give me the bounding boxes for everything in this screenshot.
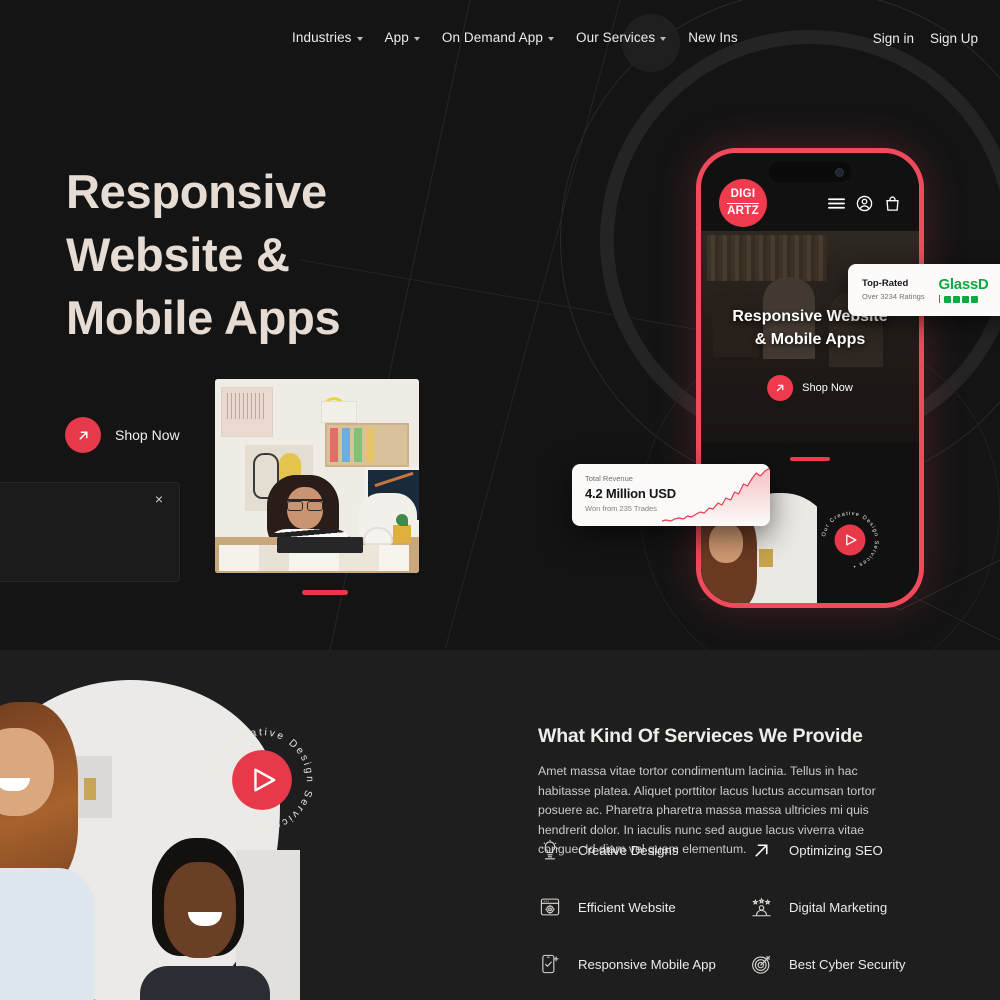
- top-rated-text-block: Top-Rated Over 3234 Ratings: [862, 277, 925, 303]
- service-item-efficient-website[interactable]: Efficient Website: [538, 895, 743, 919]
- top-navigation-bar: Industries App On Demand App Our Service…: [0, 0, 1000, 82]
- browser-gear-icon: [538, 895, 562, 919]
- podium-stars-icon: [749, 895, 773, 919]
- phone-notch: [769, 162, 851, 182]
- hamburger-menu-icon[interactable]: [828, 195, 845, 212]
- team-photo-person2-face: [164, 862, 236, 958]
- glassdoor-badge: GlassD: [938, 276, 989, 303]
- service-label: Creative Designs: [578, 842, 679, 858]
- glassdoor-brand-label: GlassD: [938, 276, 989, 293]
- photo-sticky-notes: [321, 401, 357, 423]
- service-label: Digital Marketing: [789, 899, 888, 915]
- service-label: Best Cyber Security: [789, 956, 906, 972]
- team-photo-person1-body: [0, 868, 94, 1000]
- chevron-down-icon: [660, 36, 667, 41]
- team-photo-wall-tag: [84, 778, 96, 800]
- arrow-up-right-icon: [767, 375, 794, 401]
- chevron-down-icon: [413, 36, 420, 41]
- top-rated-card: Top-Rated Over 3234 Ratings GlassD: [848, 264, 1000, 316]
- close-icon[interactable]: ×: [151, 491, 167, 507]
- service-label: Responsive Mobile App: [578, 956, 716, 972]
- nav-menu: Industries App On Demand App Our Service…: [292, 30, 738, 45]
- service-label: Efficient Website: [578, 899, 676, 915]
- phone-lower-photo-face: [709, 523, 743, 563]
- hero-shop-now-button[interactable]: Shop Now: [65, 417, 180, 453]
- hero-title: Responsive Website & Mobile Apps: [66, 160, 486, 349]
- nav-label: Industries: [292, 30, 352, 45]
- creative-services-play-badge[interactable]: Our Creative Design Services •: [206, 724, 318, 836]
- nav-label: Our Services: [575, 30, 656, 45]
- photo-person-glasses: [287, 499, 323, 511]
- nav-item-new-ins[interactable]: New Ins: [688, 30, 737, 45]
- nav-item-industries[interactable]: Industries: [292, 30, 363, 45]
- hero-designer-workspace-photo: [215, 379, 419, 573]
- phone-headline-line-2: & Mobile Apps: [754, 331, 866, 348]
- arrow-up-right-icon: [749, 838, 773, 862]
- nav-auth-actions: Sign in Sign Up: [873, 31, 978, 46]
- shopping-bag-icon[interactable]: [884, 195, 901, 212]
- hero-title-line-2: Website &: [66, 228, 290, 281]
- phone-screen: DIGI ARTZ Responsive Website & Mobile Ap…: [701, 153, 919, 603]
- nav-item-our-services[interactable]: Our Services: [575, 30, 667, 45]
- star-icon: [971, 295, 979, 303]
- lightbulb-idea-icon: [538, 838, 562, 862]
- phone-logo[interactable]: DIGI ARTZ: [719, 179, 767, 227]
- revenue-sparkline-chart: [662, 468, 770, 524]
- services-heading: What Kind Of Servieces We Provide: [538, 725, 863, 747]
- nav-item-on-demand-app[interactable]: On Demand App: [442, 30, 554, 45]
- phone-lower-photo-tag: [759, 549, 773, 567]
- total-revenue-card: Total Revenue 4.2 Million USD Won from 2…: [572, 464, 770, 526]
- user-account-icon[interactable]: [856, 195, 873, 212]
- hero-shop-now-label: Shop Now: [115, 427, 180, 443]
- hero-section: × Industries App On Demand App Our Servi…: [0, 0, 1000, 650]
- top-rated-title: Top-Rated: [862, 278, 909, 289]
- chevron-down-icon: [547, 36, 554, 41]
- team-photo-person2-body: [140, 966, 270, 1000]
- star-icon: [953, 295, 961, 303]
- phone-section-divider: [790, 457, 830, 461]
- hero-slider-indicator[interactable]: [302, 590, 348, 595]
- photo-moodboard: [325, 423, 409, 467]
- phone-icon-row: [828, 195, 901, 212]
- star-icon: [944, 295, 952, 303]
- arrow-up-right-icon: [65, 417, 101, 453]
- left-side-panel: ×: [0, 482, 180, 582]
- nav-label: App: [384, 30, 409, 45]
- services-list: Creative Designs Optimizing SEO Efficien…: [538, 838, 938, 976]
- top-rated-subtitle: Over 3234 Ratings: [862, 292, 925, 301]
- phone-camera-icon: [835, 167, 844, 177]
- phone-shop-now-label: Shop Now: [802, 382, 853, 394]
- service-item-best-cyber-security[interactable]: Best Cyber Security: [743, 952, 938, 976]
- service-item-optimizing-seo[interactable]: Optimizing SEO: [743, 838, 938, 862]
- nav-item-app[interactable]: App: [385, 30, 420, 45]
- sign-up-link[interactable]: Sign Up: [930, 31, 978, 46]
- service-item-creative-designs[interactable]: Creative Designs: [538, 838, 743, 862]
- rating-divider: [938, 295, 941, 303]
- mobile-check-icon: [538, 952, 562, 976]
- nav-label: On Demand App: [441, 30, 543, 45]
- sign-in-link[interactable]: Sign in: [873, 31, 914, 46]
- photo-plant: [393, 514, 411, 543]
- target-dart-icon: [749, 952, 773, 976]
- phone-shop-now-button[interactable]: Shop Now: [767, 375, 853, 401]
- nav-label: New Ins: [688, 30, 738, 45]
- service-label: Optimizing SEO: [789, 842, 883, 858]
- hero-title-line-3: Mobile Apps: [66, 291, 341, 344]
- phone-logo-line-2: ARTZ: [727, 202, 759, 217]
- service-item-digital-marketing[interactable]: Digital Marketing: [743, 895, 938, 919]
- photo-wall-art-1: [221, 387, 273, 437]
- phone-mockup: DIGI ARTZ Responsive Website & Mobile Ap…: [696, 148, 924, 608]
- phone-logo-line-1: DIGI: [730, 188, 756, 200]
- glassdoor-rating-stars: [938, 295, 989, 303]
- hero-title-line-1: Responsive: [66, 165, 327, 218]
- phone-play-badge[interactable]: Our Creative Design Services •: [818, 508, 882, 572]
- star-icon: [962, 295, 970, 303]
- chevron-down-icon: [356, 36, 363, 41]
- service-item-responsive-mobile-app[interactable]: Responsive Mobile App: [538, 952, 743, 976]
- photo-drawing-tablet: [277, 537, 363, 553]
